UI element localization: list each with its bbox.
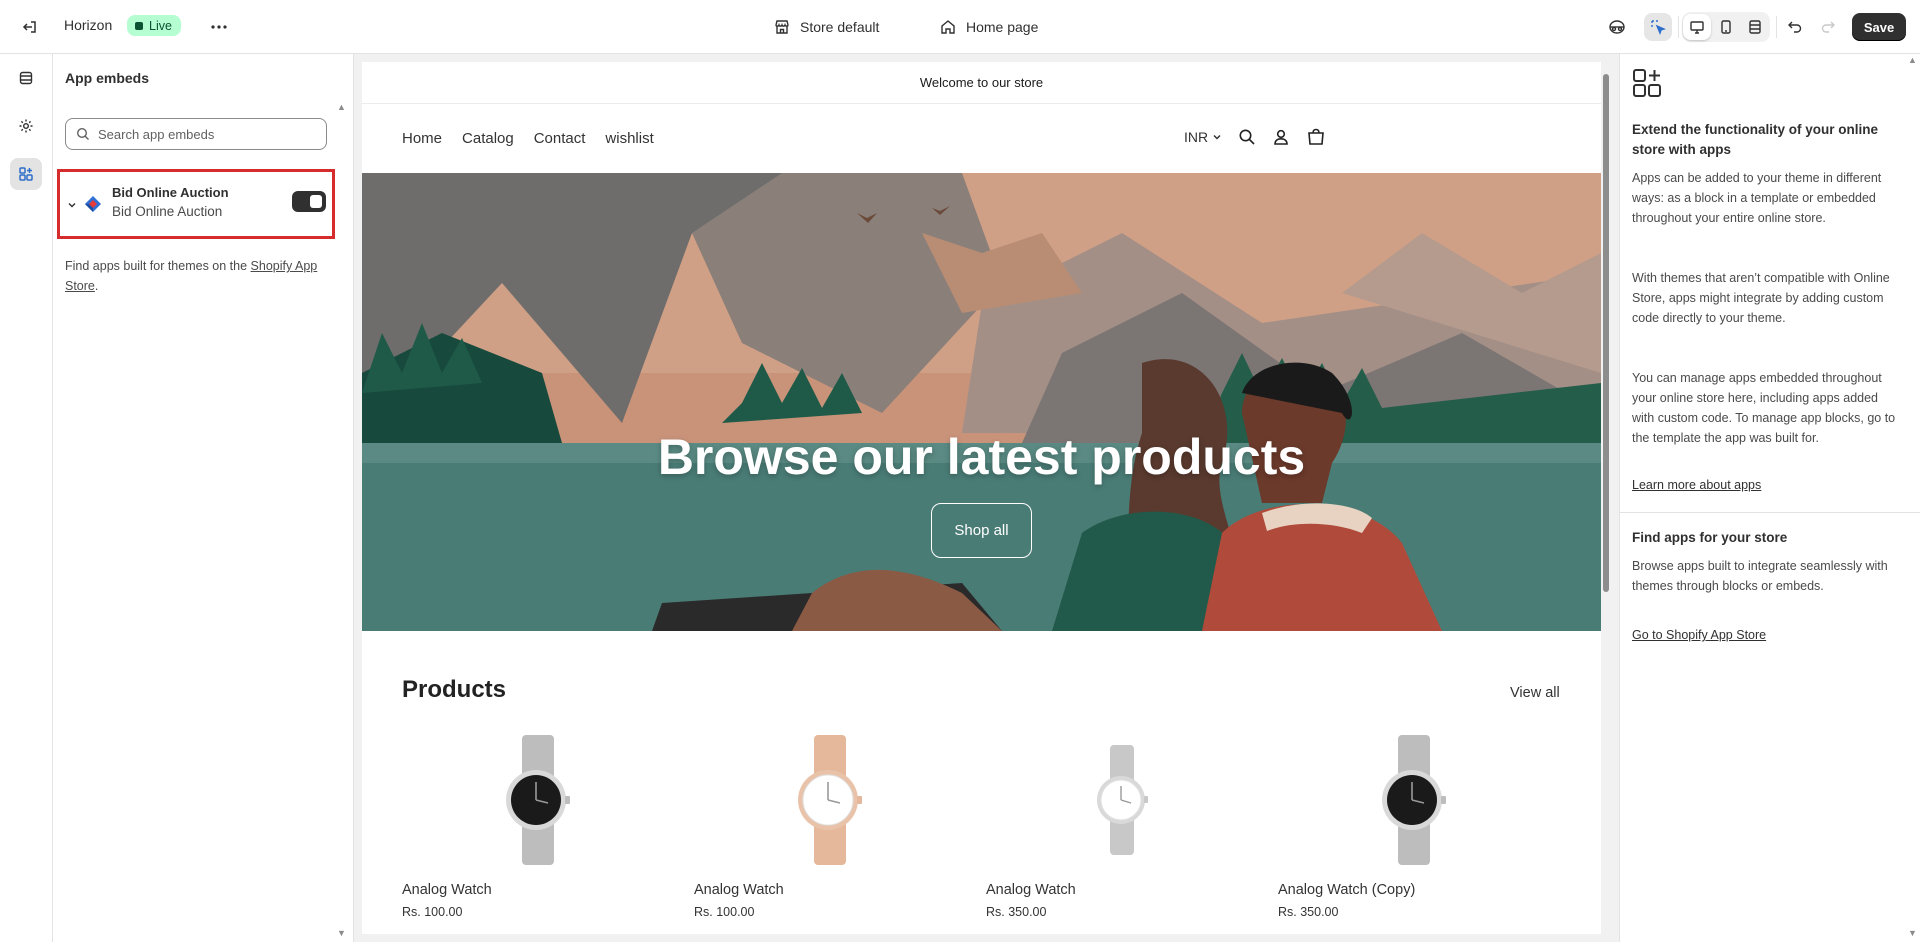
product-card[interactable]: Analog Watch Rs. 100.00 xyxy=(694,730,966,930)
hero-banner: Browse our latest products Shop all xyxy=(362,173,1601,631)
app-embeds-sidebar: App embeds ▲ Bid Online Auction Bid Onli… xyxy=(53,54,354,942)
shop-all-button[interactable]: Shop all xyxy=(931,503,1032,558)
theme-name: Horizon xyxy=(64,17,113,33)
undo-icon[interactable] xyxy=(1781,13,1809,41)
scroll-down-icon[interactable]: ▼ xyxy=(337,928,346,938)
app-store-link[interactable]: Go to Shopify App Store xyxy=(1632,628,1766,642)
find-apps-end: . xyxy=(94,279,99,293)
product-name: Analog Watch (Copy) xyxy=(1278,882,1416,898)
product-price: Rs. 350.00 xyxy=(986,905,1047,919)
search-input[interactable] xyxy=(98,126,318,142)
top-bar: Horizon Live Store default Home page Sav… xyxy=(0,0,1920,54)
products-title: Products xyxy=(402,676,507,703)
product-price: Rs. 350.00 xyxy=(1278,905,1339,919)
announcement-bar: Welcome to our store xyxy=(362,62,1601,104)
product-name: Analog Watch xyxy=(402,882,492,898)
watch-image xyxy=(402,730,674,870)
save-button[interactable]: Save xyxy=(1852,13,1906,41)
store-preview: Welcome to our store Home Catalog Contac… xyxy=(362,62,1601,934)
nav-home[interactable]: Home xyxy=(402,130,442,147)
currency-selector[interactable]: INR xyxy=(1184,129,1222,145)
home-icon xyxy=(941,20,955,34)
panel-paragraph: Apps can be added to your theme in diffe… xyxy=(1632,171,1882,225)
nav-wishlist[interactable]: wishlist xyxy=(605,130,653,147)
store-icon xyxy=(775,20,789,34)
store-selector[interactable]: Store default xyxy=(774,14,879,40)
find-apps-text: Find apps built for themes on the Shopif… xyxy=(65,256,325,296)
store-label: Store default xyxy=(800,19,880,35)
product-card[interactable]: Analog Watch Rs. 350.00 xyxy=(986,730,1258,930)
panel-heading: Find apps for your store xyxy=(1632,530,1788,545)
product-name: Analog Watch xyxy=(986,882,1076,898)
sidebar-title: App embeds xyxy=(65,70,150,86)
hero-illustration xyxy=(362,173,1601,631)
product-card[interactable]: Analog Watch Rs. 100.00 xyxy=(402,730,674,930)
scroll-down-icon[interactable]: ▼ xyxy=(1908,928,1917,938)
watch-image xyxy=(1278,730,1550,870)
panel-heading: Extend the functionality of your online … xyxy=(1632,122,1879,157)
watch-image xyxy=(986,730,1258,870)
app-embed-item[interactable]: Bid Online Auction Bid Online Auction xyxy=(57,169,335,239)
view-all-link[interactable]: View all xyxy=(1510,685,1560,701)
app-embed-toggle[interactable] xyxy=(292,191,326,212)
nav-contact[interactable]: Contact xyxy=(534,130,586,147)
panel-paragraph: Browse apps built to integrate seamlessl… xyxy=(1632,559,1888,593)
apps-icon xyxy=(1632,68,1662,101)
nav-catalog[interactable]: Catalog xyxy=(462,130,514,147)
scroll-up-icon[interactable]: ▲ xyxy=(337,102,346,112)
product-price: Rs. 100.00 xyxy=(694,905,755,919)
product-price: Rs. 100.00 xyxy=(402,905,463,919)
learn-more-link[interactable]: Learn more about apps xyxy=(1632,478,1761,492)
divider xyxy=(1678,16,1679,38)
scroll-up-icon[interactable]: ▲ xyxy=(1908,55,1917,65)
store-nav: Home Catalog Contact wishlist xyxy=(402,130,654,147)
app-embeds-icon[interactable] xyxy=(10,158,42,190)
settings-gear-icon[interactable] xyxy=(10,110,42,142)
account-icon[interactable] xyxy=(1272,128,1290,146)
info-panel: Extend the functionality of your online … xyxy=(1619,54,1920,942)
currency-label: INR xyxy=(1184,129,1209,145)
live-label: Live xyxy=(149,18,172,33)
chevron-down-icon[interactable] xyxy=(66,199,78,214)
app-name: Bid Online Auction xyxy=(112,185,229,200)
hero-title: Browse our latest products xyxy=(657,429,1306,485)
fullscreen-icon[interactable] xyxy=(1741,14,1769,40)
divider xyxy=(1776,16,1777,38)
panel-paragraph: With themes that aren’t compatible with … xyxy=(1632,271,1890,325)
desktop-icon[interactable] xyxy=(1683,14,1711,40)
product-name: Analog Watch xyxy=(694,882,784,898)
product-card[interactable]: Analog Watch (Copy) Rs. 350.00 xyxy=(1278,730,1550,930)
left-rail xyxy=(0,54,53,942)
app-subtitle: Bid Online Auction xyxy=(112,204,223,219)
bid-auction-app-icon xyxy=(84,195,102,213)
search-app-embeds[interactable] xyxy=(65,118,327,150)
chevron-down-icon xyxy=(1213,134,1221,140)
inspector-icon[interactable] xyxy=(1603,13,1631,41)
mobile-icon[interactable] xyxy=(1712,14,1740,40)
preview-scrollbar[interactable] xyxy=(1601,62,1611,934)
header-actions: INR xyxy=(1184,128,1326,146)
find-apps-prefix: Find apps built for themes on the xyxy=(65,259,251,273)
exit-icon[interactable] xyxy=(16,13,44,41)
search-icon xyxy=(76,127,89,140)
sections-icon[interactable] xyxy=(10,62,42,94)
select-tool-icon[interactable] xyxy=(1644,13,1672,41)
page-label: Home page xyxy=(966,19,1039,35)
cart-icon[interactable] xyxy=(1306,128,1326,146)
panel-paragraph: You can manage apps embedded throughout … xyxy=(1632,371,1896,445)
live-dot-icon xyxy=(135,21,143,30)
search-icon[interactable] xyxy=(1238,128,1256,146)
redo-icon[interactable] xyxy=(1814,13,1842,41)
toggle-knob xyxy=(310,195,322,208)
divider xyxy=(1620,512,1920,513)
watch-image xyxy=(694,730,966,870)
more-actions-icon[interactable] xyxy=(205,13,233,41)
page-selector[interactable]: Home page xyxy=(940,14,1038,40)
live-badge: Live xyxy=(127,15,181,36)
scrollbar-thumb[interactable] xyxy=(1603,74,1609,592)
